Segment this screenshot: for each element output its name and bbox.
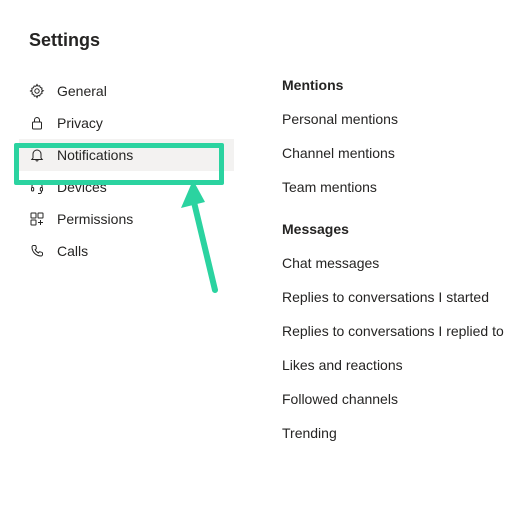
option-team-mentions[interactable]: Team mentions [282, 179, 504, 195]
settings-sidebar: General Privacy Notifications [19, 75, 234, 459]
gear-icon [29, 83, 45, 99]
section-heading-messages: Messages [282, 221, 504, 237]
sidebar-item-calls[interactable]: Calls [19, 235, 234, 267]
sidebar-item-devices[interactable]: Devices [19, 171, 234, 203]
bell-icon [29, 147, 45, 163]
sidebar-item-label: Notifications [57, 147, 133, 163]
sidebar-item-general[interactable]: General [19, 75, 234, 107]
option-chat-messages[interactable]: Chat messages [282, 255, 504, 271]
option-personal-mentions[interactable]: Personal mentions [282, 111, 504, 127]
option-trending[interactable]: Trending [282, 425, 504, 441]
option-replies-started[interactable]: Replies to conversations I started [282, 289, 504, 305]
sidebar-item-notifications[interactable]: Notifications [19, 139, 234, 171]
option-likes-reactions[interactable]: Likes and reactions [282, 357, 504, 373]
option-replies-replied[interactable]: Replies to conversations I replied to [282, 323, 504, 339]
phone-icon [29, 243, 45, 259]
option-channel-mentions[interactable]: Channel mentions [282, 145, 504, 161]
sidebar-item-label: General [57, 83, 107, 99]
page-title: Settings [0, 0, 512, 75]
section-heading-mentions: Mentions [282, 77, 504, 93]
headset-icon [29, 179, 45, 195]
sidebar-item-privacy[interactable]: Privacy [19, 107, 234, 139]
settings-content: General Privacy Notifications [0, 75, 512, 459]
app-icon [29, 211, 45, 227]
sidebar-item-label: Calls [57, 243, 88, 259]
sidebar-item-permissions[interactable]: Permissions [19, 203, 234, 235]
settings-main: Mentions Personal mentions Channel menti… [234, 75, 504, 459]
sidebar-item-label: Devices [57, 179, 107, 195]
option-followed-channels[interactable]: Followed channels [282, 391, 504, 407]
sidebar-item-label: Permissions [57, 211, 133, 227]
sidebar-item-label: Privacy [57, 115, 103, 131]
lock-icon [29, 115, 45, 131]
